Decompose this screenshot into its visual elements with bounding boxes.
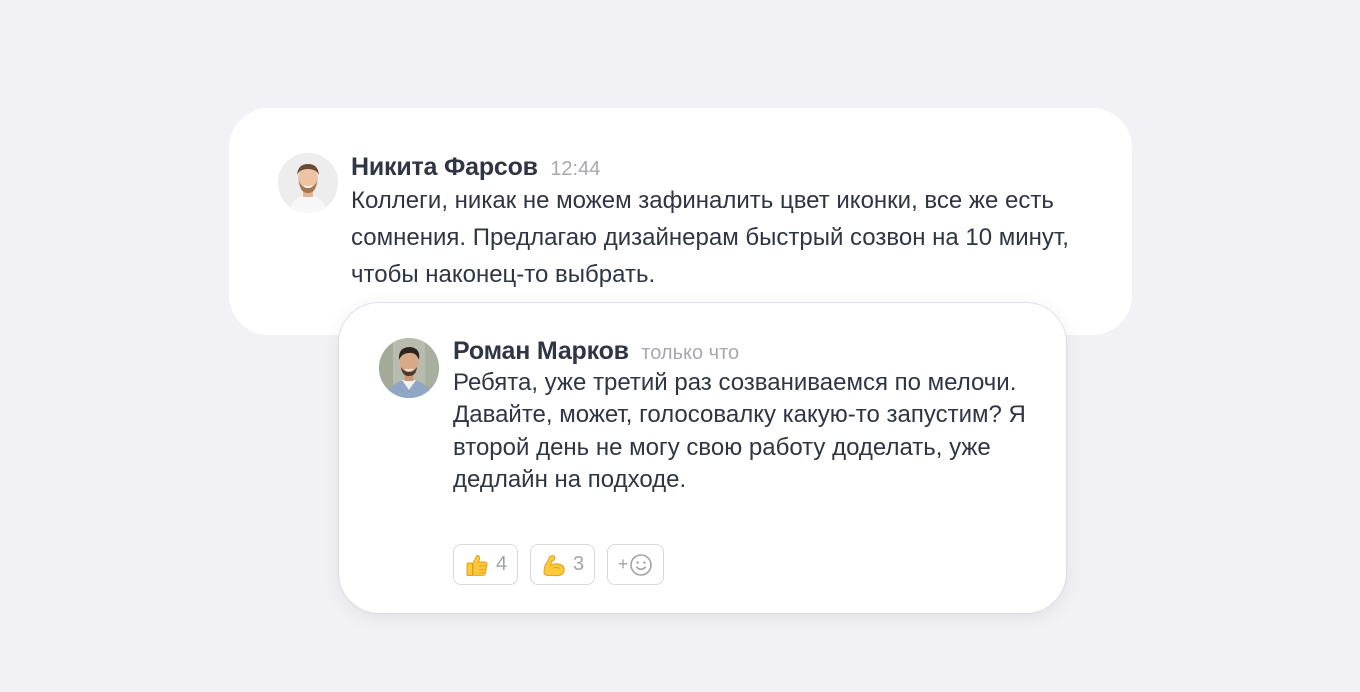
author-name[interactable]: Роман Марков — [453, 337, 629, 365]
avatar-photo-icon — [278, 153, 338, 213]
reaction-flexed-biceps[interactable]: 3 — [530, 544, 595, 585]
reaction-thumbs-up[interactable]: 4 — [453, 544, 518, 585]
thumbs-up-icon — [464, 552, 490, 578]
reaction-count: 4 — [495, 553, 508, 575]
message-header: Роман Марков только что — [453, 339, 739, 364]
smiley-icon — [629, 553, 653, 577]
message-time: только что — [641, 342, 740, 364]
message-text: Ребята, уже третий раз созваниваемся по … — [453, 369, 1026, 494]
message-time: 12:44 — [550, 158, 601, 180]
message-card: Никита Фарсов 12:44 Коллеги, никак не мо… — [229, 108, 1132, 335]
message-card: Роман Марков только что Ребята, уже трет… — [339, 303, 1066, 613]
message-header: Никита Фарсов 12:44 — [351, 155, 600, 180]
message-text: Коллеги, никак не можем зафиналить цвет … — [351, 187, 1069, 288]
flexed-biceps-icon — [541, 552, 567, 578]
plus-sign: + — [617, 554, 629, 574]
author-name[interactable]: Никита Фарсов — [351, 153, 538, 181]
reaction-count: 3 — [572, 553, 585, 575]
reactions-bar: 4 3 + — [453, 544, 664, 585]
add-reaction-button[interactable]: + — [607, 544, 664, 585]
avatar-photo-icon — [379, 338, 439, 398]
avatar[interactable] — [278, 153, 338, 213]
avatar[interactable] — [379, 338, 439, 398]
